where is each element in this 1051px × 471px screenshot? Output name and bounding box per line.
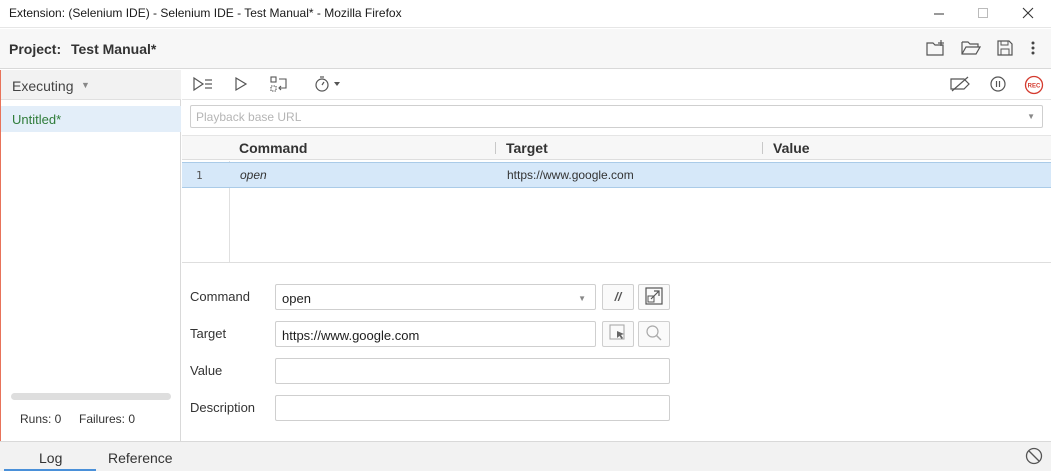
clear-log-button[interactable] [1025, 447, 1043, 465]
disable-breakpoints-button[interactable] [949, 74, 971, 96]
row-target: https://www.google.com [507, 168, 634, 182]
playback-base-url-combobox[interactable]: ▼ [190, 105, 1043, 128]
run-progress-bar [11, 393, 171, 400]
close-icon [1022, 7, 1034, 22]
more-options-icon [1031, 41, 1035, 58]
chevron-down-icon: ▼ [81, 80, 90, 90]
select-target-button[interactable] [602, 321, 634, 347]
project-header: Project: Test Manual* [0, 29, 1051, 69]
more-options-button[interactable] [1022, 39, 1044, 59]
column-header-command[interactable]: Command [239, 140, 307, 156]
comment-toggle-label: // [614, 290, 622, 304]
window-title: Extension: (Selenium IDE) - Selenium IDE… [9, 6, 402, 20]
save-project-icon [997, 39, 1013, 59]
open-project-icon [961, 40, 982, 59]
runs-count: Runs: 0 [20, 412, 62, 426]
disable-breakpoints-icon [949, 76, 971, 95]
record-icon: REC [1024, 75, 1044, 95]
run-all-tests-icon [192, 76, 214, 95]
target-input[interactable]: https://www.google.com [275, 321, 596, 347]
record-label: REC [1028, 84, 1041, 90]
description-input[interactable] [275, 395, 670, 421]
tab-log[interactable]: Log [39, 450, 62, 466]
row-command: open [240, 168, 267, 182]
step-over-icon [270, 75, 288, 95]
select-target-icon [609, 323, 627, 345]
chevron-down-icon[interactable]: ▼ [1027, 112, 1035, 121]
command-select-value: open [282, 291, 311, 306]
row-number: 1 [196, 169, 203, 182]
value-input[interactable] [275, 358, 670, 384]
left-panel: Executing ▼ Untitled* Runs: 0 Failures: … [0, 70, 181, 441]
comment-toggle-button[interactable]: // [602, 284, 634, 310]
project-name[interactable]: Test Manual* [71, 41, 156, 57]
maximize-icon [977, 7, 989, 22]
window-titlebar: Extension: (Selenium IDE) - Selenium IDE… [0, 0, 1051, 28]
record-button[interactable]: REC [1023, 74, 1045, 96]
open-project-button[interactable] [960, 39, 982, 59]
project-label: Project: [9, 41, 62, 57]
maximize-button[interactable] [960, 0, 1006, 28]
run-current-test-icon [234, 76, 248, 95]
description-field-label: Description [190, 400, 256, 415]
value-field-label: Value [190, 363, 223, 378]
speed-dropdown[interactable] [310, 74, 346, 96]
failures-count: Failures: 0 [79, 412, 136, 426]
find-target-button[interactable] [638, 321, 670, 347]
run-current-test-button[interactable] [230, 74, 252, 96]
command-grid-header: Command Target Value [182, 135, 1051, 160]
playback-base-url-input[interactable] [196, 109, 996, 125]
target-input-value: https://www.google.com [282, 328, 420, 343]
clear-icon [1025, 447, 1043, 465]
close-button[interactable] [1005, 0, 1051, 28]
table-row[interactable]: 1 open https://www.google.com [182, 162, 1051, 188]
new-suite-icon [926, 39, 946, 59]
target-field-label: Target [190, 326, 227, 341]
pause-icon [990, 75, 1006, 95]
bottom-panel-tabs: Log Reference [0, 441, 1051, 471]
executing-dropdown[interactable]: Executing ▼ [1, 70, 181, 100]
new-suite-button[interactable] [925, 39, 947, 59]
save-project-button[interactable] [994, 39, 1016, 59]
playback-toolbar: REC [182, 70, 1051, 100]
command-grid: 1 open https://www.google.com [182, 161, 1051, 263]
column-divider [495, 142, 496, 154]
column-header-value[interactable]: Value [773, 140, 810, 156]
command-field-label: Command [190, 289, 250, 304]
tab-reference[interactable]: Reference [108, 450, 173, 466]
chevron-down-icon: ▼ [578, 294, 586, 303]
minimize-icon [933, 7, 945, 22]
open-external-icon [645, 286, 663, 308]
search-icon [645, 324, 663, 345]
executing-label: Executing [12, 78, 74, 94]
sidebar-item-untitled[interactable]: Untitled* [1, 106, 181, 132]
minimize-button[interactable] [916, 0, 962, 28]
command-select[interactable]: open ▼ [275, 284, 596, 310]
speed-icon [313, 75, 343, 96]
open-reference-button[interactable] [638, 284, 670, 310]
pause-button[interactable] [987, 74, 1009, 96]
sidebar-item-label: Untitled* [12, 112, 62, 127]
column-divider [762, 142, 763, 154]
command-editor: Command open ▼ // Target https://www.goo… [182, 264, 1051, 441]
step-over-button[interactable] [268, 74, 290, 96]
column-header-target[interactable]: Target [506, 140, 548, 156]
run-all-tests-button[interactable] [192, 74, 214, 96]
